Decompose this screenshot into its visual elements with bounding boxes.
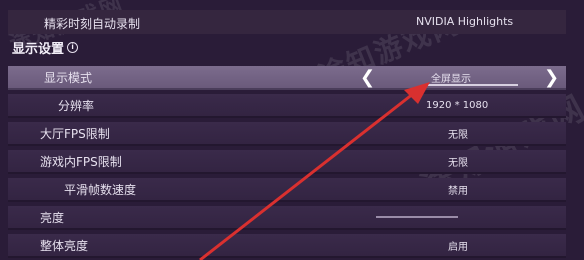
brightness-label: 亮度 [40, 210, 65, 225]
lobby-fps-row[interactable]: 大厅FPS限制 无限 [8, 122, 566, 146]
highlights-value: NVIDIA Highlights [416, 15, 514, 28]
ingame-fps-value: 无限 [448, 157, 468, 169]
brightness-row[interactable]: 亮度 [8, 206, 566, 230]
resolution-value: 1920 * 1080 [426, 99, 489, 111]
display-mode-label: 显示模式 [44, 70, 93, 85]
smooth-frame-value: 禁用 [448, 185, 468, 197]
overall-brightness-label: 整体亮度 [40, 238, 89, 253]
chevron-left-icon[interactable]: ❮ [360, 66, 375, 88]
resolution-row[interactable]: 分辨率 1920 * 1080 [8, 94, 566, 118]
overall-brightness-value: 启用 [448, 241, 468, 253]
highlights-row[interactable]: 精彩时刻自动录制 NVIDIA Highlights [8, 10, 566, 34]
resolution-label: 分辨率 [58, 98, 95, 113]
lobby-fps-label: 大厅FPS限制 [40, 126, 110, 141]
section-title-text: 显示设置 [12, 42, 65, 57]
section-title: 显示设置 i [12, 38, 79, 57]
overall-brightness-row[interactable]: 整体亮度 启用 [8, 234, 566, 258]
highlights-label: 精彩时刻自动录制 [44, 17, 141, 31]
lobby-fps-value: 无限 [448, 129, 468, 141]
display-mode-value: 全屏显示 [431, 73, 471, 85]
display-mode-underline [428, 84, 518, 86]
ingame-fps-label: 游戏内FPS限制 [40, 154, 122, 169]
brightness-slider[interactable] [376, 216, 458, 218]
display-mode-row[interactable]: 显示模式 ❮ 全屏显示 ❯ [8, 66, 566, 90]
info-icon[interactable]: i [67, 42, 79, 53]
chevron-right-icon[interactable]: ❯ [544, 66, 559, 88]
smooth-frame-row[interactable]: 平滑帧数速度 禁用 [8, 178, 566, 202]
smooth-frame-label: 平滑帧数速度 [64, 182, 137, 197]
ingame-fps-row[interactable]: 游戏内FPS限制 无限 [8, 150, 566, 174]
